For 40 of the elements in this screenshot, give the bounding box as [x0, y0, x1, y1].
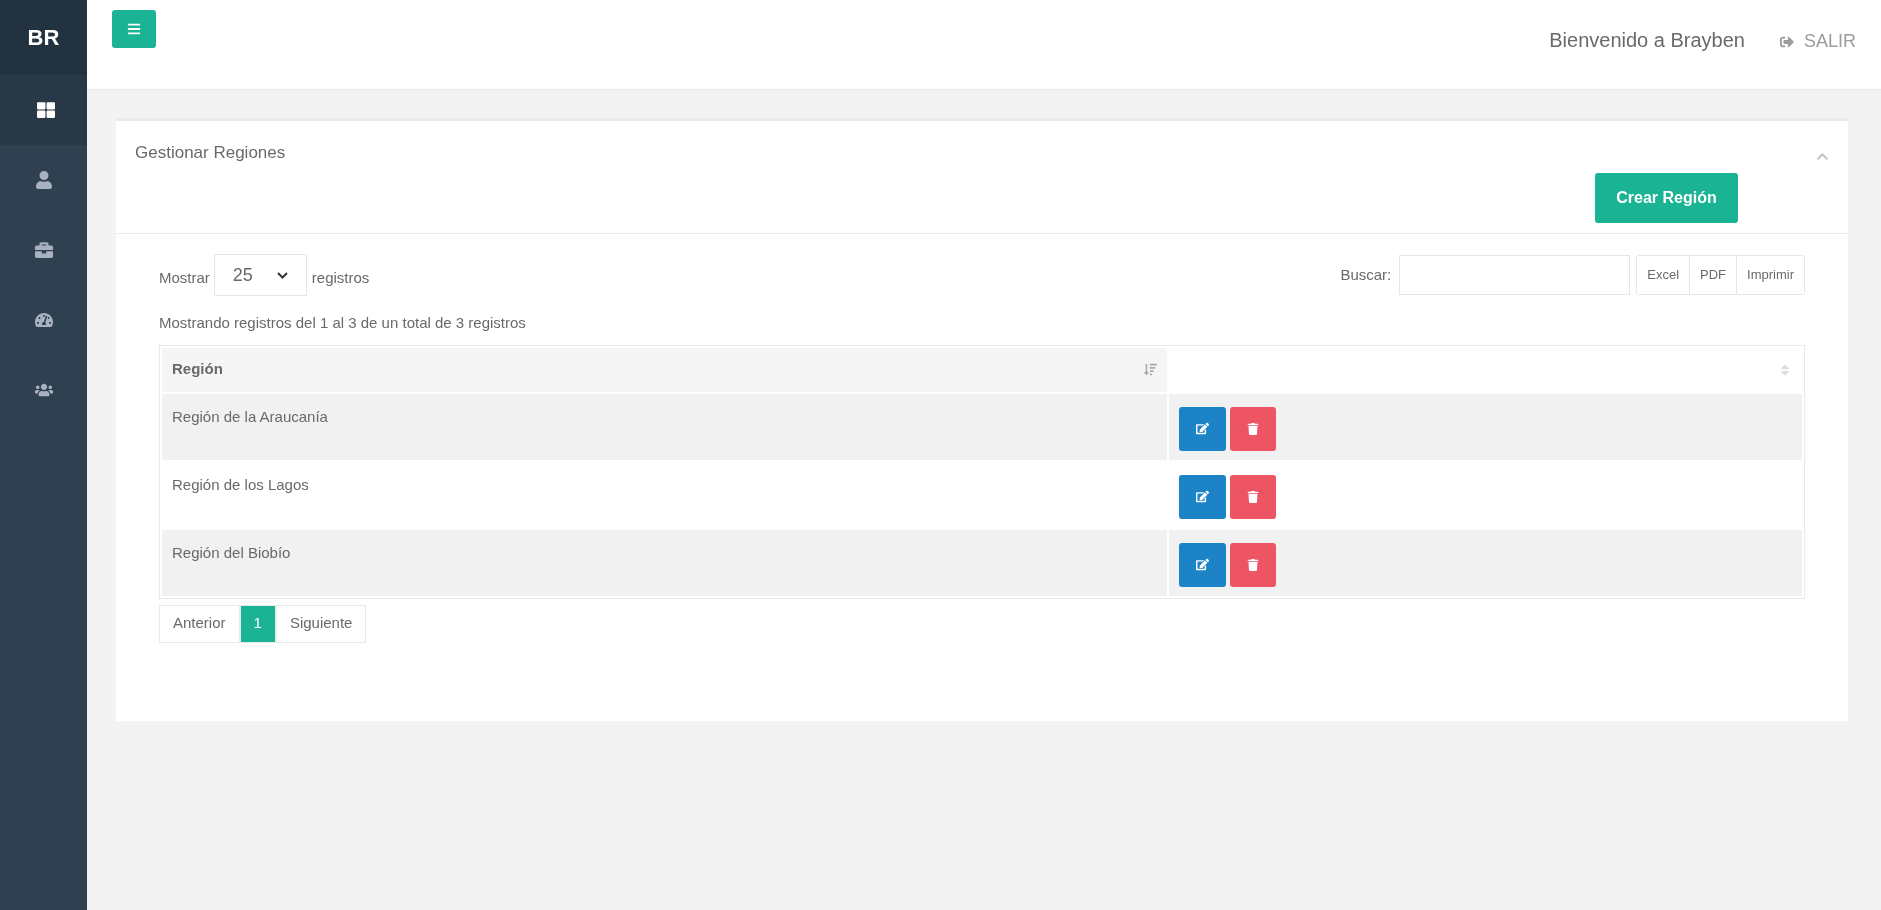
users-icon: [34, 381, 53, 399]
delete-button[interactable]: [1230, 542, 1276, 587]
column-header[interactable]: Región: [162, 347, 1167, 392]
export-button[interactable]: Imprimir: [1736, 256, 1804, 294]
edit-button[interactable]: [1179, 406, 1226, 451]
menu-icon: [127, 22, 141, 36]
show-label: Mostrar: [159, 267, 210, 288]
search-field[interactable]: [1399, 255, 1631, 295]
sign-out-icon: [1779, 34, 1794, 49]
edit-icon: [1196, 422, 1209, 435]
sort-icon: [1778, 362, 1792, 377]
grid-icon: [36, 101, 55, 119]
edit-icon: [1196, 490, 1209, 503]
menu-button[interactable]: [112, 10, 156, 48]
records-label: registros: [311, 267, 370, 288]
gauge-icon: [34, 311, 53, 329]
trash-icon: [1247, 558, 1259, 571]
delete-button[interactable]: [1230, 474, 1276, 519]
briefcase-icon: [34, 241, 53, 259]
edit-button[interactable]: [1179, 542, 1226, 587]
page-length-select[interactable]: 25: [213, 254, 307, 296]
logo: BR: [27, 24, 60, 52]
table-cell-text: Región de los Lagos: [171, 474, 310, 495]
trash-icon: [1247, 422, 1259, 435]
edit-icon: [1196, 558, 1209, 571]
pagination-button[interactable]: Anterior: [159, 604, 240, 643]
table-info: Mostrando registros del 1 al 3 de un total de 3 registros: [159, 313, 527, 333]
sidebar-item[interactable]: [0, 75, 87, 145]
edit-button[interactable]: [1179, 474, 1226, 519]
table-cell-text: Región de la Araucanía: [171, 406, 329, 427]
pagination-button[interactable]: Siguiente: [275, 604, 367, 643]
user-icon: [34, 171, 53, 189]
search-label: Buscar:: [1340, 264, 1392, 285]
trash-icon: [1247, 490, 1259, 503]
delete-button[interactable]: [1230, 406, 1276, 451]
welcome-text: Bienvenido a Brayben: [1549, 28, 1745, 53]
sort-ascending-icon: [1144, 363, 1157, 376]
table-cell-text: Región del Biobío: [171, 542, 292, 563]
chevron-down-icon: [276, 271, 288, 279]
panel-title: Gestionar Regiones: [135, 143, 286, 162]
